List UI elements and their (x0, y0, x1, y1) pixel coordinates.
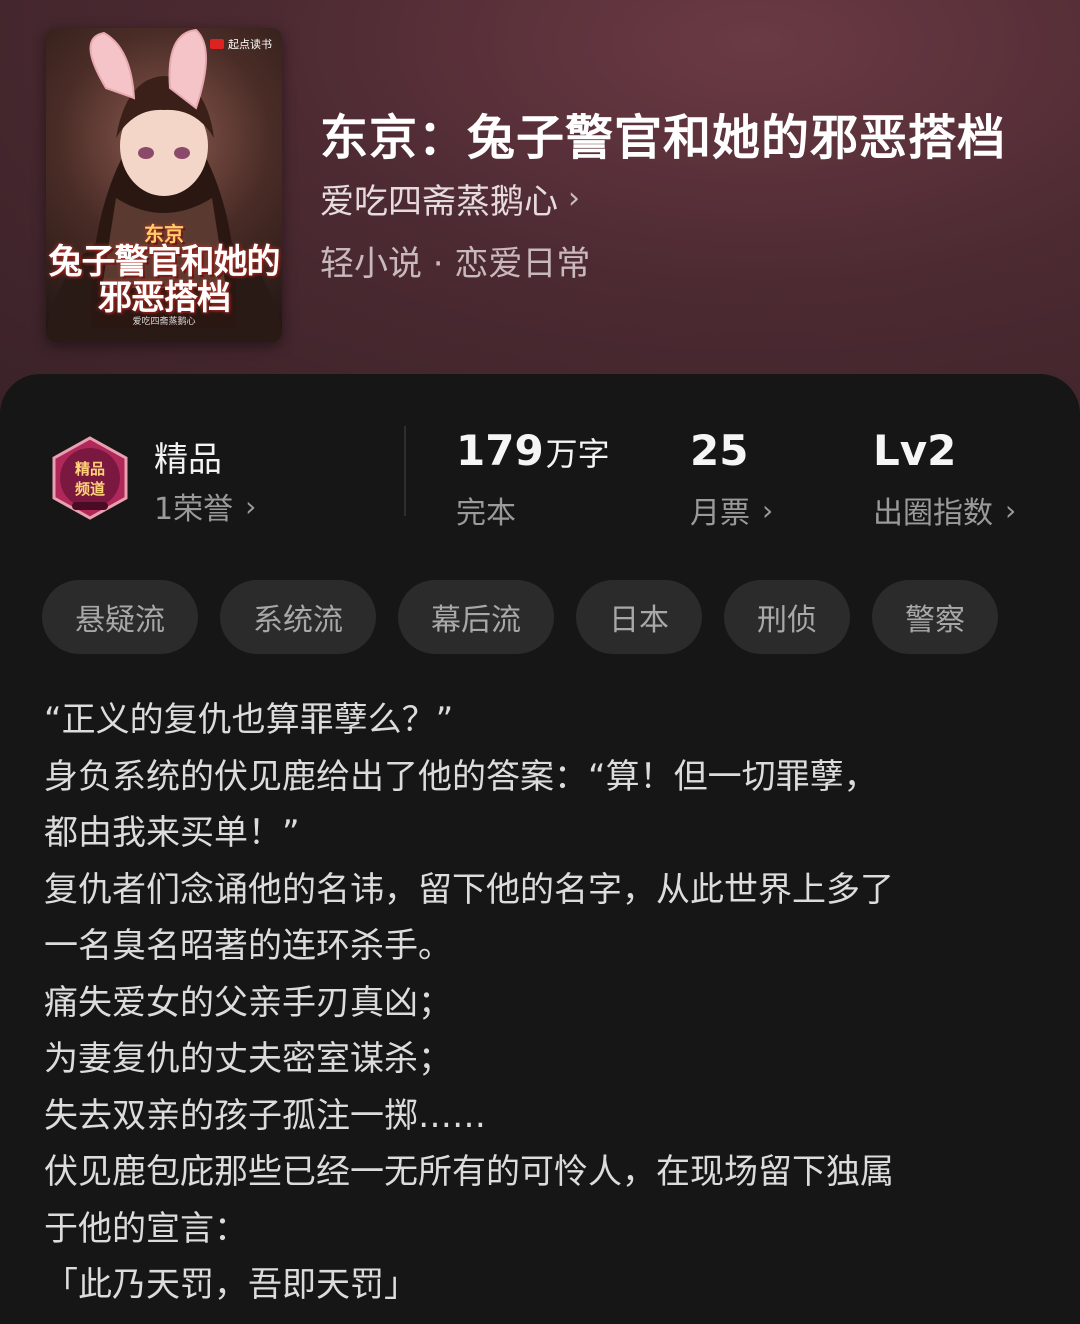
description-line: 一名臭名昭著的连环杀手。 (44, 926, 452, 966)
word-count: 179万字 (456, 426, 610, 475)
tag-chip[interactable]: 刑侦 (724, 580, 850, 654)
level-link[interactable]: 出圈指数 › (873, 488, 1016, 532)
description-line: 身负系统的伏见鹿给出了他的答案：“算！但一切罪孽， (44, 756, 878, 797)
monthly-votes-link[interactable]: 月票 › (690, 488, 773, 532)
status-label: 完本 (456, 496, 516, 531)
description-line: 失去双亲的孩子孤注一掷…… (44, 1095, 486, 1136)
publisher-badge: 起点读书 (210, 36, 272, 52)
description-line: 于他的宣言： (44, 1208, 248, 1249)
book-header: 起点读书 东京 兔子警官和她的 邪恶搭档 爱吃四斋蒸鹅心 东京：兔子警官和她的邪… (0, 0, 1080, 420)
chevron-right-icon: › (762, 493, 774, 527)
level-label: 出圈指数 (873, 496, 993, 531)
author-link[interactable]: 爱吃四斋蒸鹅心 › (320, 174, 580, 223)
divider (404, 426, 406, 516)
tag-chip[interactable]: 悬疑流 (42, 580, 198, 654)
chevron-right-icon: › (568, 181, 580, 216)
description-line: 复仇者们念诵他的名讳，留下他的名字，从此世界上多了 (44, 869, 894, 910)
tag-list: 悬疑流 系统流 幕后流 日本 刑侦 警察 (42, 580, 998, 654)
premium-channel-medal-icon: 精品 频道 (52, 436, 128, 520)
author-name: 爱吃四斋蒸鹅心 (320, 182, 558, 222)
level-value: Lv2 (873, 426, 957, 475)
medal-text-1: 精品 (75, 460, 105, 478)
book-cover[interactable]: 起点读书 东京 兔子警官和她的 邪恶搭档 爱吃四斋蒸鹅心 (46, 28, 282, 342)
description-line: “正义的复仇也算罪孽么？” (44, 700, 454, 740)
honor-count: 1荣誉 (154, 492, 234, 527)
book-genre: 轻小说 · 恋爱日常 (320, 244, 591, 284)
chevron-right-icon: › (1005, 493, 1017, 527)
stats-row: 精品 频道 精品 1荣誉 › 179万字 完本 25 月票 › Lv2 出圈指数… (0, 374, 1080, 554)
tag-chip[interactable]: 警察 (872, 580, 998, 654)
book-title: 东京：兔子警官和她的邪恶搭档 (320, 110, 1007, 166)
book-description: “正义的复仇也算罪孽么？” 身负系统的伏见鹿给出了他的答案：“算！但一切罪孽， … (44, 692, 1044, 1314)
badge-label: 精品 (154, 440, 222, 480)
monthly-votes-count: 25 (690, 426, 749, 475)
description-line: 痛失爱女的父亲手刃真凶； (44, 982, 452, 1023)
description-line: 伏见鹿包庇那些已经一无所有的可怜人，在现场留下独属 (44, 1152, 894, 1192)
detail-panel: 精品 频道 精品 1荣誉 › 179万字 完本 25 月票 › Lv2 出圈指数… (0, 374, 1080, 1324)
monthly-votes-label: 月票 (690, 496, 750, 531)
cover-author: 爱吃四斋蒸鹅心 (132, 317, 196, 327)
medal-text-2: 频道 (75, 480, 105, 498)
tag-chip[interactable]: 日本 (576, 580, 702, 654)
chevron-right-icon: › (245, 489, 257, 523)
tag-chip[interactable]: 系统流 (220, 580, 376, 654)
description-line: 「此乃天罚，吾即天罚」 (44, 1265, 418, 1305)
honor-link[interactable]: 1荣誉 › (154, 484, 256, 528)
description-line: 为妻复仇的丈夫密室谋杀； (44, 1039, 452, 1079)
description-line: 都由我来买单！” (44, 813, 300, 853)
tag-chip[interactable]: 幕后流 (398, 580, 554, 654)
cover-title-art: 东京 兔子警官和她的 邪恶搭档 (48, 222, 281, 318)
